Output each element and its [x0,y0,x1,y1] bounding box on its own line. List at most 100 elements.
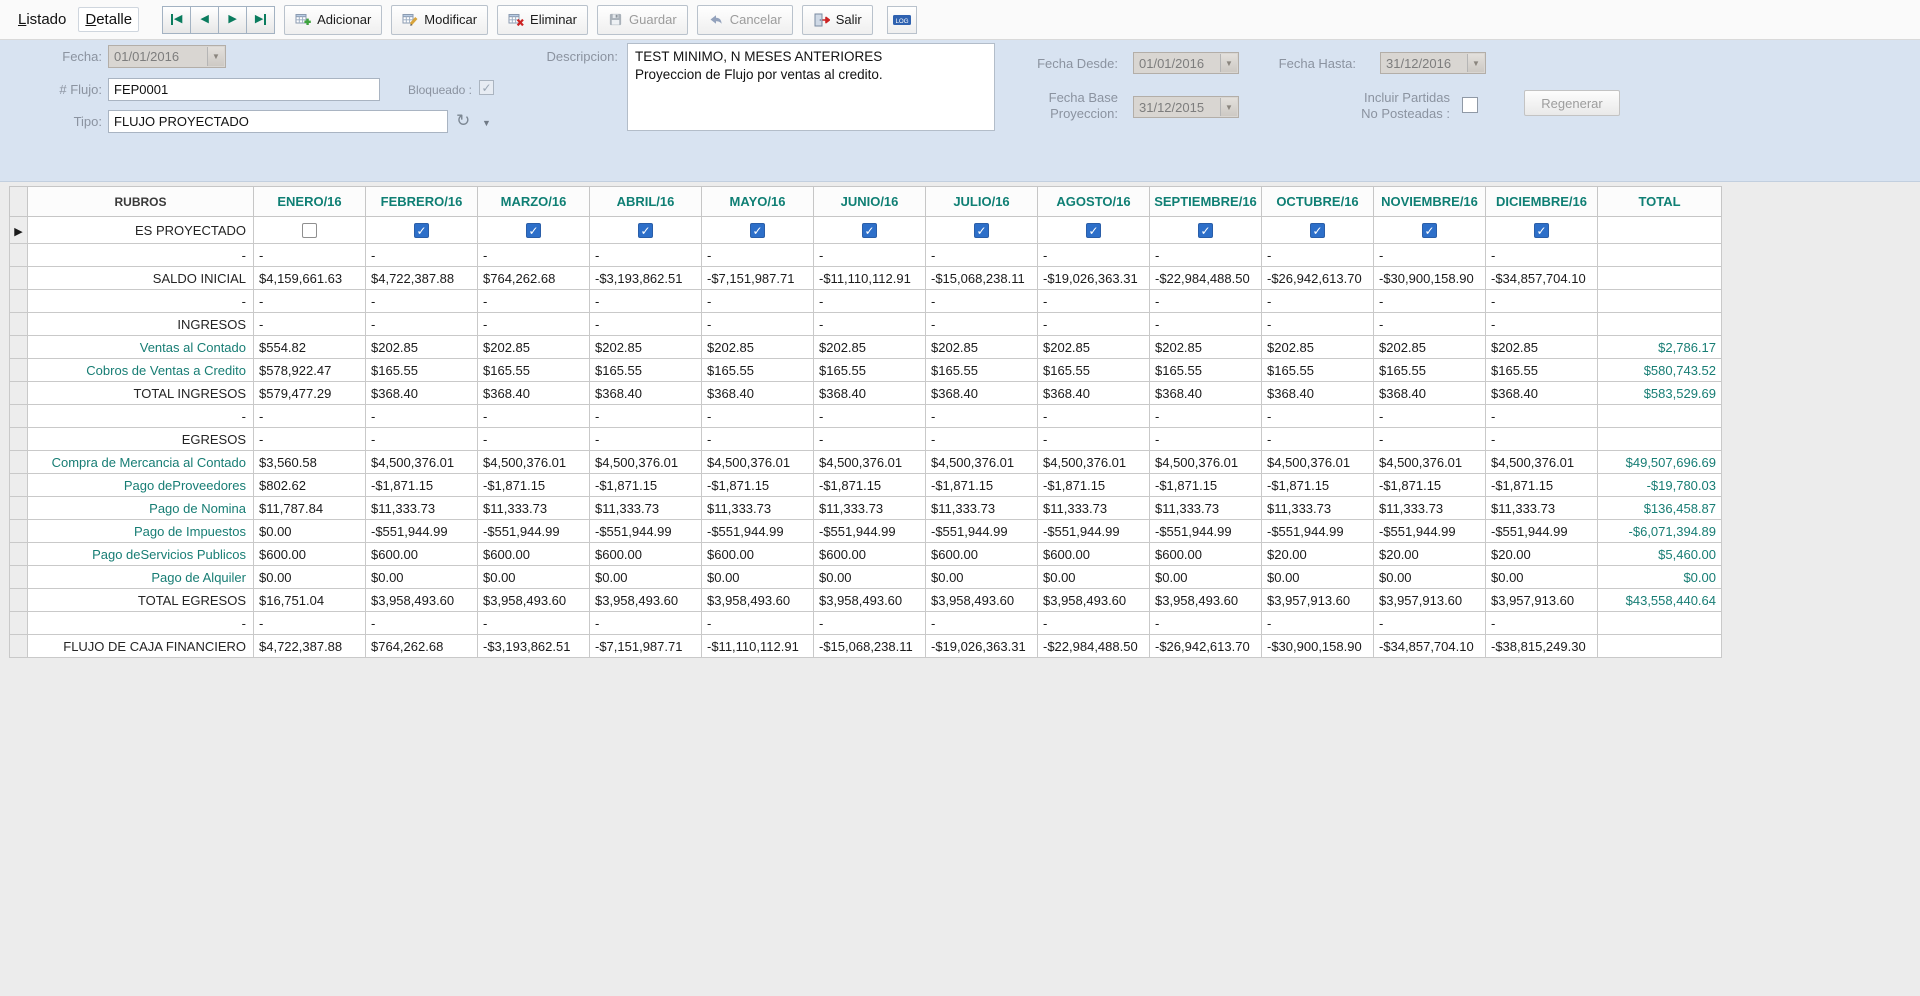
proyectado-check-cell[interactable]: ✓ [926,217,1038,244]
value-cell[interactable]: $202.85 [1262,336,1374,359]
value-cell[interactable]: $20.00 [1262,543,1374,566]
row-selector[interactable] [10,313,28,336]
tipo-caret-icon[interactable]: ▼ [482,118,491,128]
proyectado-check-cell[interactable]: ✓ [1150,217,1262,244]
month-checkbox-checked[interactable]: ✓ [1534,223,1549,238]
value-cell[interactable]: $165.55 [702,359,814,382]
month-checkbox-checked[interactable]: ✓ [1198,223,1213,238]
column-header-marzo-16[interactable]: MARZO/16 [478,187,590,217]
value-cell[interactable]: -$551,944.99 [926,520,1038,543]
value-cell[interactable]: -$11,110,112.91 [702,635,814,658]
proyectado-check-cell[interactable]: ✓ [1038,217,1150,244]
adicionar-button[interactable]: Adicionar [284,5,382,35]
value-cell[interactable]: -$7,151,987.71 [590,635,702,658]
proyectado-check-cell[interactable]: ✓ [478,217,590,244]
value-cell[interactable]: -$38,815,249.30 [1486,635,1598,658]
value-cell[interactable]: -$551,944.99 [590,520,702,543]
value-cell[interactable]: - [590,313,702,336]
value-cell[interactable]: - [702,313,814,336]
value-cell[interactable]: $764,262.68 [478,267,590,290]
value-cell[interactable]: -$7,151,987.71 [702,267,814,290]
row-label[interactable]: Pago de Nomina [28,497,254,520]
value-cell[interactable]: $600.00 [590,543,702,566]
value-cell[interactable]: $0.00 [1038,566,1150,589]
value-cell[interactable]: $165.55 [478,359,590,382]
value-cell[interactable]: -$22,984,488.50 [1038,635,1150,658]
value-cell[interactable]: $3,957,913.60 [1486,589,1598,612]
column-header-agosto-16[interactable]: AGOSTO/16 [1038,187,1150,217]
month-checkbox-checked[interactable]: ✓ [638,223,653,238]
value-cell[interactable]: $368.40 [1374,382,1486,405]
value-cell[interactable]: $202.85 [590,336,702,359]
column-header-junio-16[interactable]: JUNIO/16 [814,187,926,217]
value-cell[interactable]: -$551,944.99 [814,520,926,543]
value-cell[interactable]: $11,787.84 [254,497,366,520]
row-label[interactable]: Ventas al Contado [28,336,254,359]
value-cell[interactable]: $4,500,376.01 [590,451,702,474]
value-cell[interactable]: $11,333.73 [814,497,926,520]
value-cell[interactable]: $4,722,387.88 [366,267,478,290]
value-cell[interactable]: $202.85 [1374,336,1486,359]
value-cell[interactable]: $0.00 [254,566,366,589]
value-cell[interactable]: -$15,068,238.11 [926,267,1038,290]
value-cell[interactable]: $3,958,493.60 [814,589,926,612]
value-cell[interactable]: - [926,428,1038,451]
column-header-abril-16[interactable]: ABRIL/16 [590,187,702,217]
value-cell[interactable]: -$3,193,862.51 [590,267,702,290]
value-cell[interactable]: - [814,428,926,451]
value-cell[interactable]: -$34,857,704.10 [1374,635,1486,658]
value-cell[interactable]: $0.00 [814,566,926,589]
salir-button[interactable]: Salir [802,5,873,35]
tab-detalle[interactable]: Detalle [78,7,139,32]
value-cell[interactable]: -$1,871.15 [1486,474,1598,497]
value-cell[interactable]: $368.40 [366,382,478,405]
value-cell[interactable]: -$22,984,488.50 [1150,267,1262,290]
value-cell[interactable]: $165.55 [590,359,702,382]
value-cell[interactable]: $4,500,376.01 [1374,451,1486,474]
column-header-julio-16[interactable]: JULIO/16 [926,187,1038,217]
value-cell[interactable]: $3,958,493.60 [1038,589,1150,612]
value-cell[interactable]: -$551,944.99 [702,520,814,543]
value-cell[interactable]: $4,722,387.88 [254,635,366,658]
value-cell[interactable]: - [1374,313,1486,336]
value-cell[interactable]: $165.55 [814,359,926,382]
proyectado-check-cell[interactable]: ✓ [366,217,478,244]
row-selector[interactable] [10,451,28,474]
row-label[interactable]: Cobros de Ventas a Credito [28,359,254,382]
fecha-dropdown[interactable]: 01/01/2016 ▼ [108,45,226,68]
value-cell[interactable]: $4,500,376.01 [702,451,814,474]
value-cell[interactable]: $11,333.73 [1374,497,1486,520]
value-cell[interactable]: $600.00 [366,543,478,566]
value-cell[interactable]: $368.40 [702,382,814,405]
value-cell[interactable]: $802.62 [254,474,366,497]
value-cell[interactable]: $600.00 [702,543,814,566]
descripcion-textarea[interactable]: TEST MINIMO, N MESES ANTERIORES Proyecci… [627,43,995,131]
row-selector[interactable] [10,612,28,635]
month-checkbox-checked[interactable]: ✓ [1422,223,1437,238]
row-selector[interactable] [10,405,28,428]
value-cell[interactable]: - [254,428,366,451]
value-cell[interactable]: -$11,110,112.91 [814,267,926,290]
value-cell[interactable]: $0.00 [1150,566,1262,589]
row-label[interactable]: Pago de Impuestos [28,520,254,543]
value-cell[interactable]: -$1,871.15 [926,474,1038,497]
value-cell[interactable]: -$551,944.99 [1374,520,1486,543]
value-cell[interactable]: -$1,871.15 [814,474,926,497]
month-checkbox-unchecked[interactable] [302,223,317,238]
value-cell[interactable]: -$551,944.99 [1038,520,1150,543]
row-selector[interactable] [10,520,28,543]
value-cell[interactable]: $4,500,376.01 [366,451,478,474]
row-selector[interactable] [10,336,28,359]
value-cell[interactable]: $0.00 [926,566,1038,589]
value-cell[interactable]: $11,333.73 [1038,497,1150,520]
row-label[interactable]: Compra de Mercancia al Contado [28,451,254,474]
value-cell[interactable]: $11,333.73 [702,497,814,520]
value-cell[interactable]: $579,477.29 [254,382,366,405]
value-cell[interactable]: $202.85 [814,336,926,359]
value-cell[interactable]: -$3,193,862.51 [478,635,590,658]
value-cell[interactable]: -$1,871.15 [702,474,814,497]
row-label[interactable]: Pago deProveedores [28,474,254,497]
value-cell[interactable]: -$551,944.99 [1486,520,1598,543]
row-selector[interactable] [10,497,28,520]
value-cell[interactable]: $0.00 [366,566,478,589]
